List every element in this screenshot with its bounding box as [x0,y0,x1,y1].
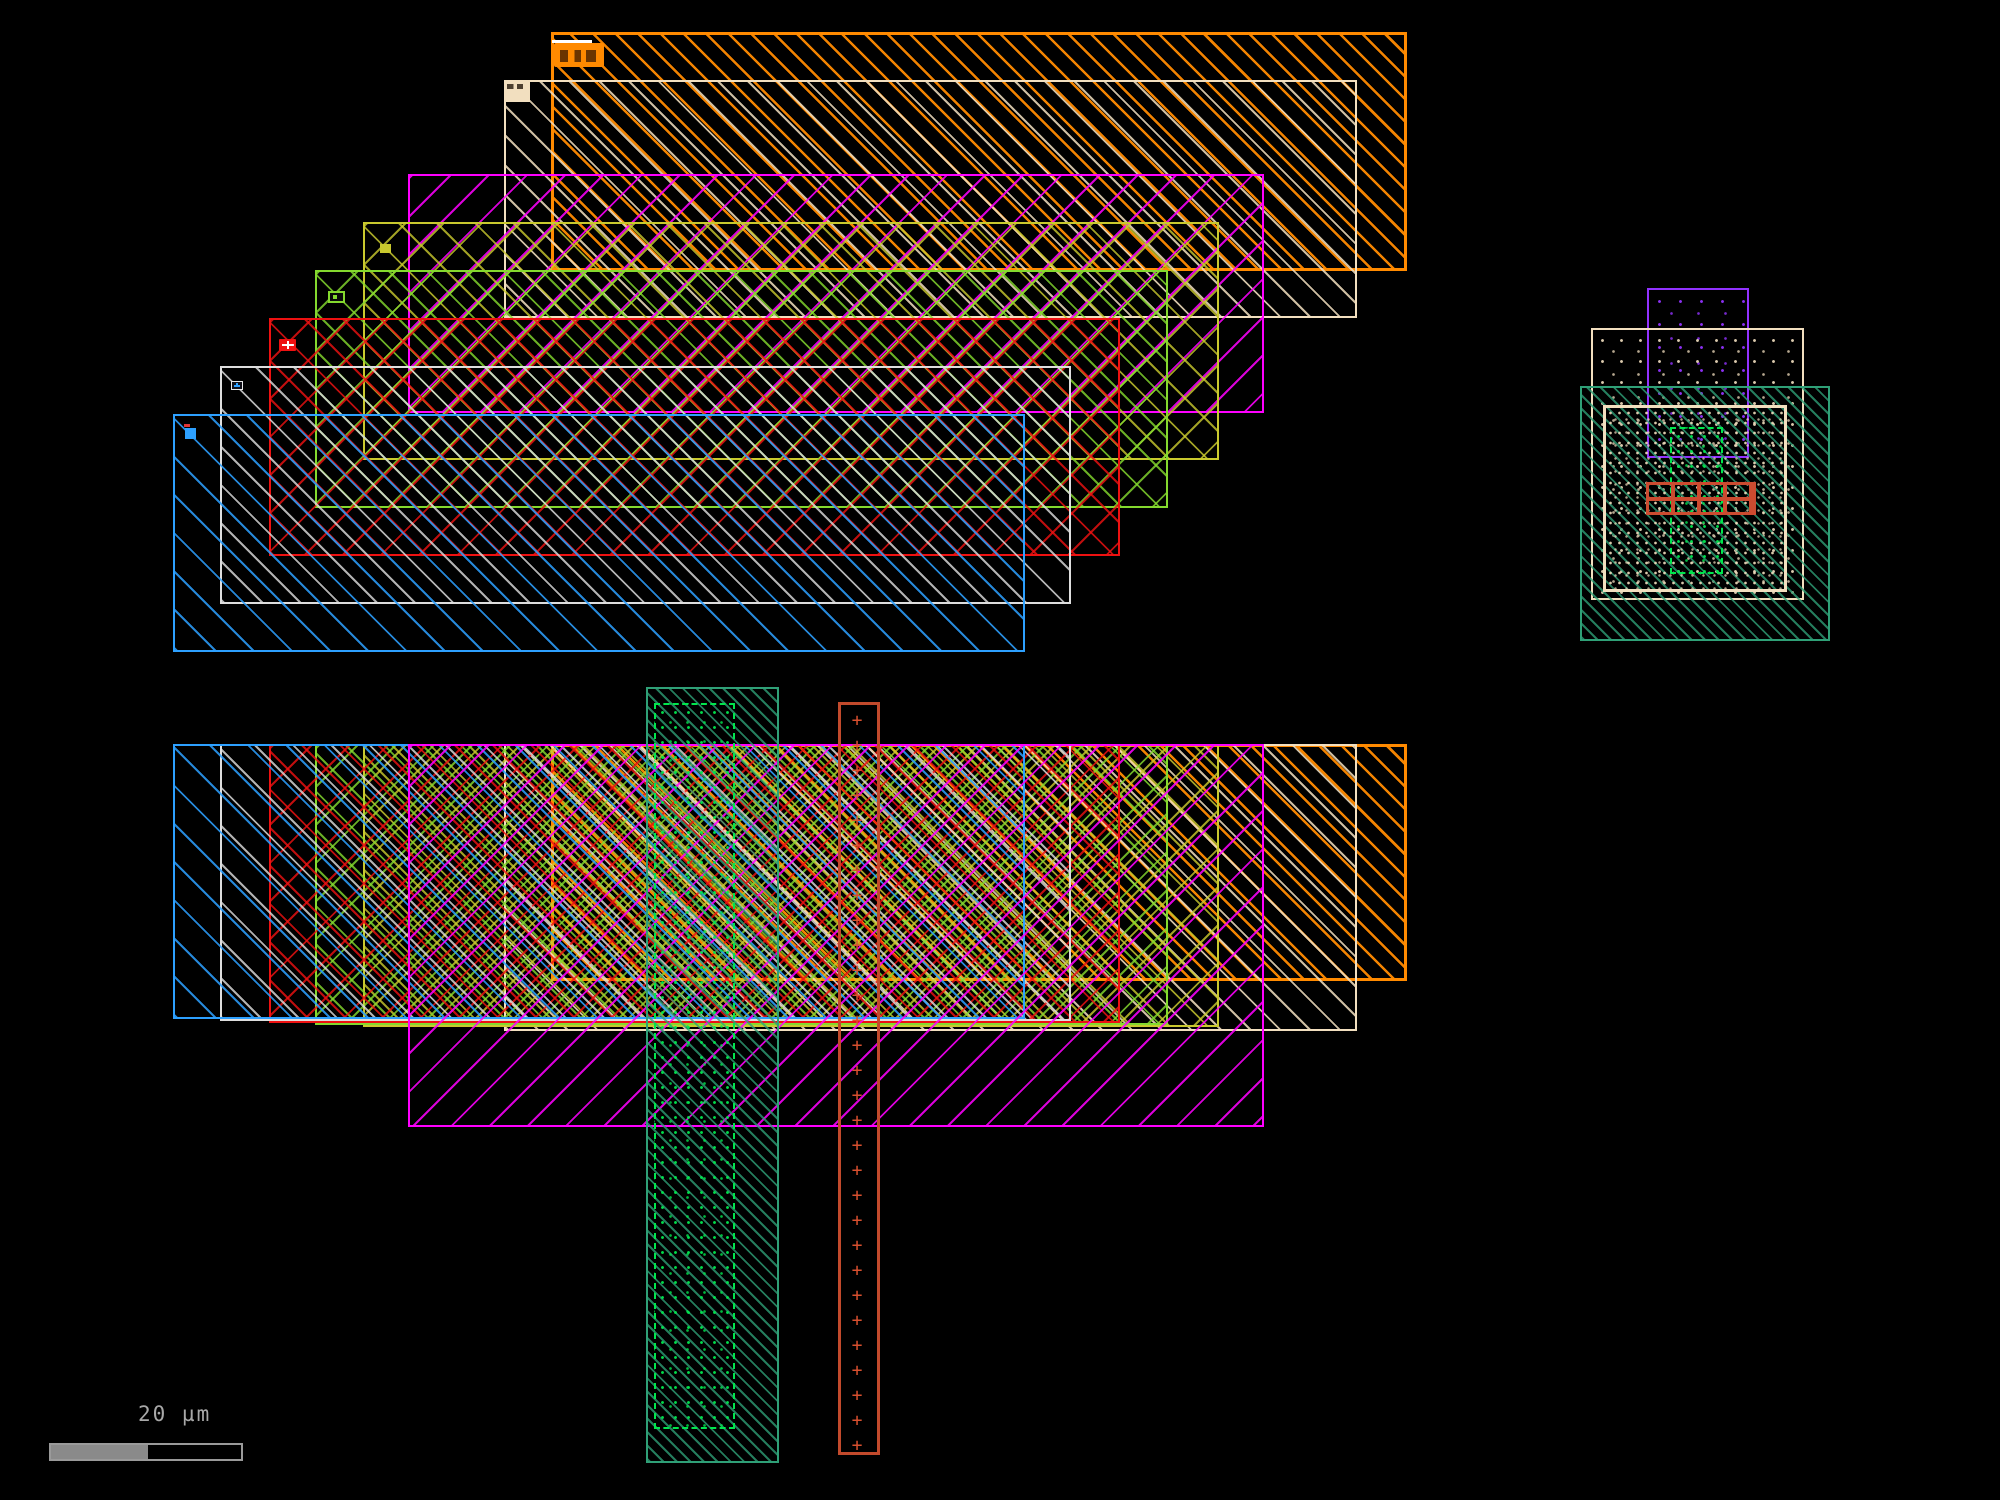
layer-label-icon-blue [185,428,196,439]
scalebar-label: 20 µm [138,1402,211,1426]
layer-label-icon-red [279,339,296,351]
scalebar [49,1443,243,1461]
layer-label-icon-yellow [380,244,391,253]
layer-label-icon-orange [554,43,604,67]
right-cell-red-via-array[interactable] [1646,482,1756,515]
layer-label-icon-wheat [504,81,530,102]
layer-label-icon-green [328,291,345,303]
scalebar-fill [51,1445,148,1459]
vertical-strip-red-contacts[interactable]: + + + + + + + + + + + + + + + + + + + + … [838,702,880,1455]
layer-label-icon-gray [231,381,243,390]
top-stack-rect-blue[interactable] [173,414,1025,652]
band-rect-magenta[interactable] [408,744,1264,1127]
layout-canvas[interactable]: 20 µm + + + + + + + + + + + + + + + + + … [0,0,2000,1500]
vertical-strip-green-inner[interactable] [654,703,735,1429]
